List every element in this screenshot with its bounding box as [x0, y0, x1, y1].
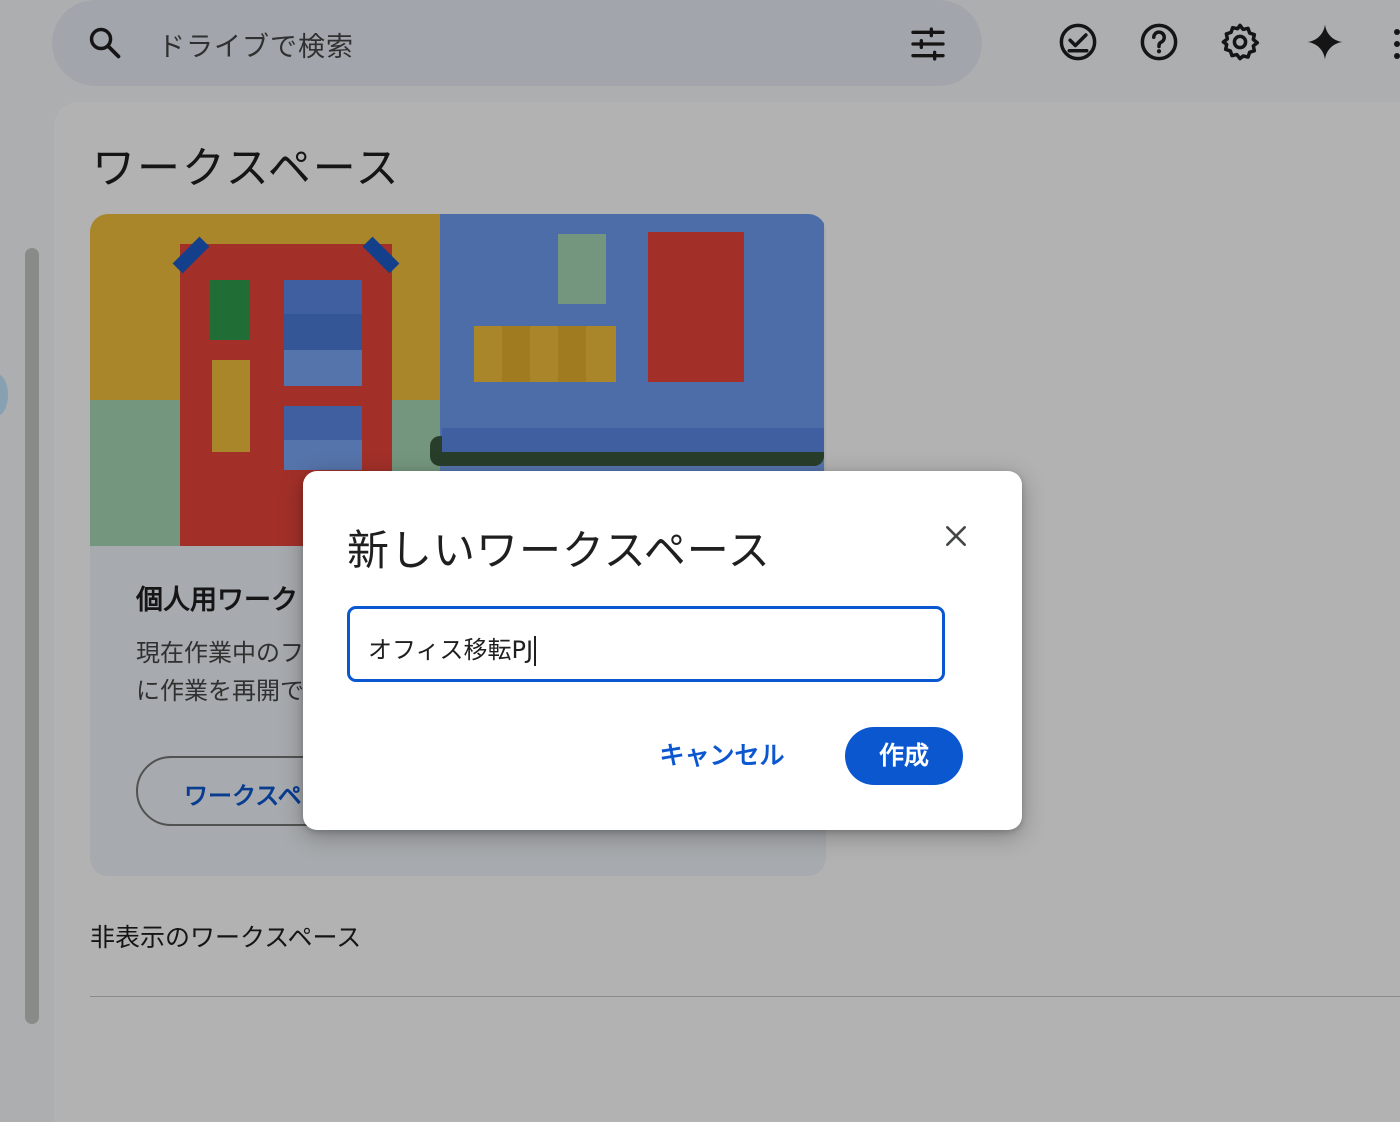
close-icon[interactable] [943, 523, 969, 549]
new-workspace-dialog: 新しいワークスペース オフィス移転PJ キャンセル 作成 [303, 471, 1022, 830]
workspace-name-input[interactable]: オフィス移転PJ [347, 606, 945, 682]
dialog-title: 新しいワークスペース [347, 526, 771, 575]
create-button[interactable]: 作成 [845, 727, 963, 785]
text-caret [534, 636, 537, 666]
workspace-name-text: オフィス移転PJ [368, 636, 534, 664]
cancel-button[interactable]: キャンセル [639, 729, 805, 783]
workspace-name-value: オフィス移転PJ [368, 630, 537, 666]
